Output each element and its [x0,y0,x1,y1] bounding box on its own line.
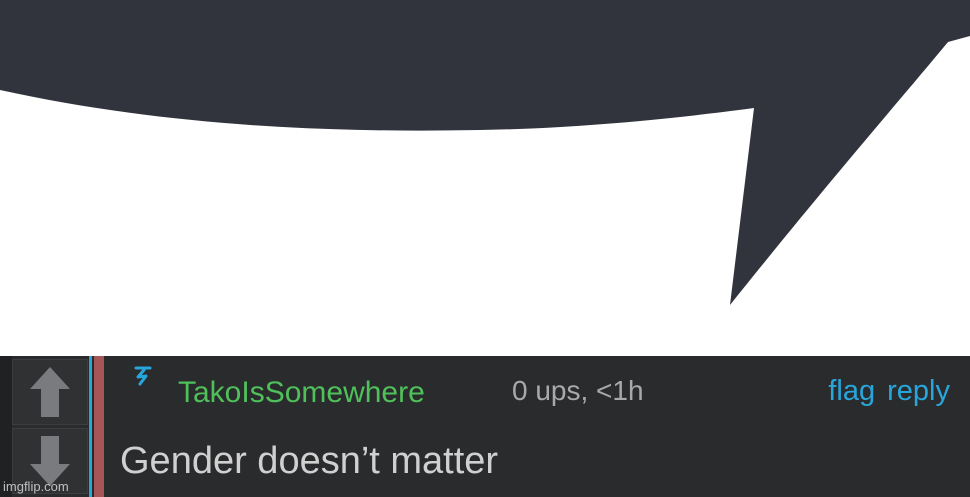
thread-line-red [94,356,104,497]
thread-line-blue [89,356,92,497]
upvote-button[interactable] [12,359,88,425]
reply-link[interactable]: reply [887,375,950,407]
flag-link[interactable]: flag [828,375,875,407]
comment-meta: TakoIsSomewhere 0 ups, <1h flag reply [120,364,960,414]
comment-actions: flag reply [828,375,950,408]
comment-text: Gender doesn’t matter [120,440,499,482]
comment-bar: TakoIsSomewhere 0 ups, <1h flag reply Gen… [0,356,970,497]
username-link[interactable]: TakoIsSomewhere [178,376,425,410]
left-strip [0,356,12,497]
comment-stats: 0 ups, <1h [512,375,644,406]
speech-bubble-area [0,0,970,356]
vote-column [12,356,88,497]
mod-badge-icon [134,366,152,386]
speech-bubble [0,0,970,305]
meme-image: TakoIsSomewhere 0 ups, <1h flag reply Gen… [0,0,970,497]
watermark: imgflip.com [3,479,69,494]
upvote-arrow-icon [30,367,70,417]
